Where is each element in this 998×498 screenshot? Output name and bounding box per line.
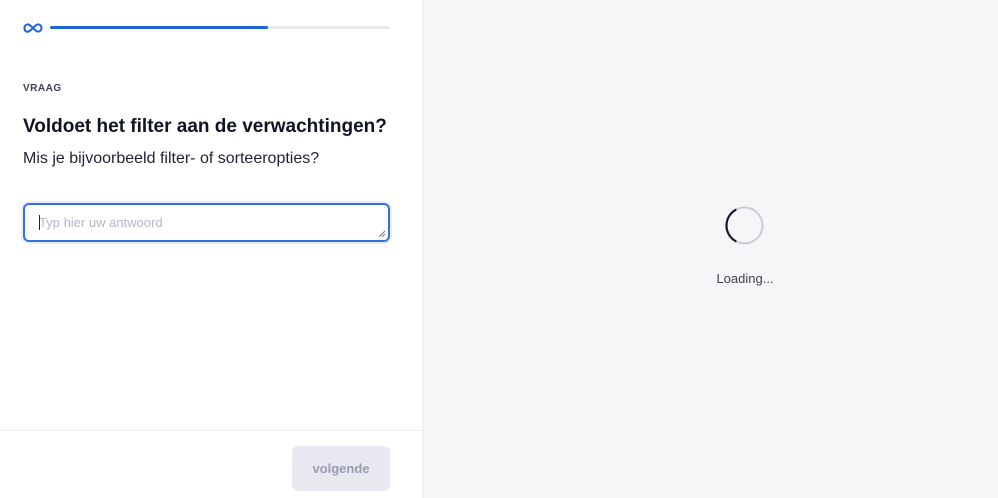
resize-grip-icon[interactable] [378,230,386,238]
infinity-logo-icon [23,23,43,33]
question-eyebrow: VRAAG [23,83,62,94]
question-subtitle: Mis je bijvoorbeeld filter- of sorteerop… [23,150,320,167]
preview-panel [422,0,998,498]
answer-field-wrapper [23,203,390,242]
loading-text: Loading... [716,271,774,286]
progress-bar [50,26,390,29]
next-button[interactable]: volgende [292,446,390,491]
answer-textarea[interactable] [25,205,388,240]
footer-divider [0,430,422,431]
survey-panel: VRAAG Voldoet het filter aan de verwacht… [0,0,422,498]
progress-bar-fill [50,26,268,29]
text-caret [39,215,40,230]
loading-spinner-icon [725,206,764,245]
question-title: Voldoet het filter aan de verwachtingen? [23,116,387,137]
